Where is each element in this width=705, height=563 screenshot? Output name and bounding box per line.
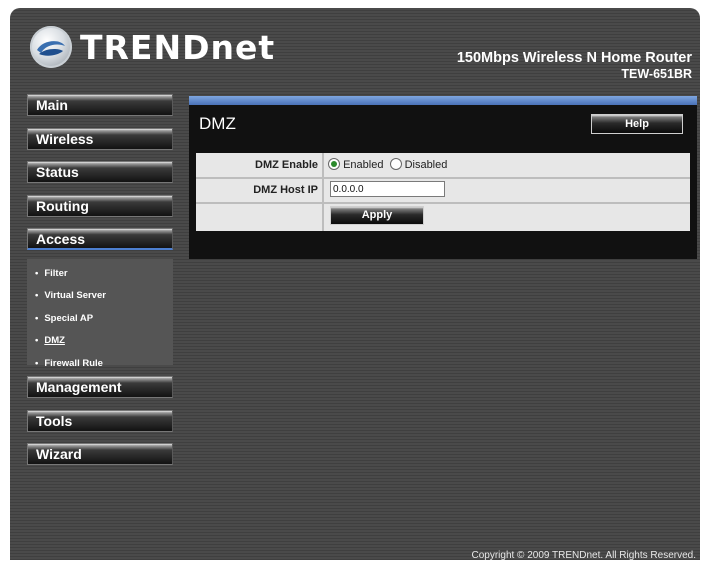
trendnet-logo: TRENDnet (30, 26, 275, 68)
sidebar-item-main[interactable]: Main (27, 94, 173, 116)
sidebar-item-wireless[interactable]: Wireless (27, 128, 173, 150)
bullet-icon: • (35, 313, 39, 324)
submenu-item-virtual-server[interactable]: • Virtual Server (35, 290, 106, 301)
dmz-enable-label: DMZ Enable (196, 153, 324, 177)
product-line: 150Mbps Wireless N Home Router (456, 50, 692, 66)
bullet-icon: • (35, 335, 39, 346)
page-title: DMZ (199, 114, 236, 133)
dmz-panel: DMZ Help DMZ Enable Enabled Disabled DMZ… (189, 96, 697, 259)
submenu-item-special-ap[interactable]: • Special AP (35, 313, 93, 324)
dmz-enable-options: Enabled Disabled (328, 153, 690, 177)
sidebar-item-tools[interactable]: Tools (27, 410, 173, 432)
submenu-item-filter[interactable]: • Filter (35, 268, 68, 279)
sidebar-item-status[interactable]: Status (27, 161, 173, 183)
dmz-disabled-radio[interactable] (389, 158, 402, 170)
dmz-enable-row: DMZ Enable Enabled Disabled (196, 153, 690, 179)
bullet-icon: • (35, 358, 39, 369)
trendnet-logo-icon (30, 26, 72, 68)
dmz-enabled-radio[interactable] (328, 158, 340, 170)
dmz-host-ip-input[interactable] (330, 181, 445, 197)
apply-row: Apply (196, 204, 690, 231)
submenu-item-firewall-rule[interactable]: • Firewall Rule (35, 358, 103, 369)
panel-accent-bar (189, 96, 697, 105)
model-number: TEW-651BR (621, 67, 692, 81)
sidebar-item-management[interactable]: Management (27, 376, 173, 398)
apply-row-spacer (196, 204, 324, 231)
sidebar-item-access[interactable]: Access (27, 228, 173, 250)
sidebar-item-wizard[interactable]: Wizard (27, 443, 173, 465)
brand-name: TRENDnet (80, 27, 276, 67)
help-button[interactable]: Help (591, 114, 683, 134)
bullet-icon: • (35, 290, 39, 301)
dmz-host-ip-label: DMZ Host IP (196, 179, 324, 202)
apply-button[interactable]: Apply (330, 206, 424, 225)
dmz-enabled-label: Enabled (343, 159, 384, 171)
dmz-host-ip-cell (328, 179, 690, 202)
product-info: 150Mbps Wireless N Home Router TEW-651BR (457, 50, 692, 81)
apply-cell: Apply (328, 204, 690, 231)
sidebar-item-routing[interactable]: Routing (27, 195, 173, 217)
dmz-disabled-label: Disabled (404, 159, 448, 171)
access-submenu: • Filter • Virtual Server • Special AP • DMZ… (27, 259, 173, 369)
copyright-text: Copyright © 2009 TRENDnet. All Rights Re… (471, 550, 696, 560)
submenu-item-dmz[interactable]: • DMZ (35, 335, 65, 346)
dmz-host-ip-row: DMZ Host IP (196, 179, 690, 204)
bullet-icon: • (35, 268, 39, 279)
router-admin-frame: TRENDnet 150Mbps Wireless N Home Router … (10, 8, 700, 560)
